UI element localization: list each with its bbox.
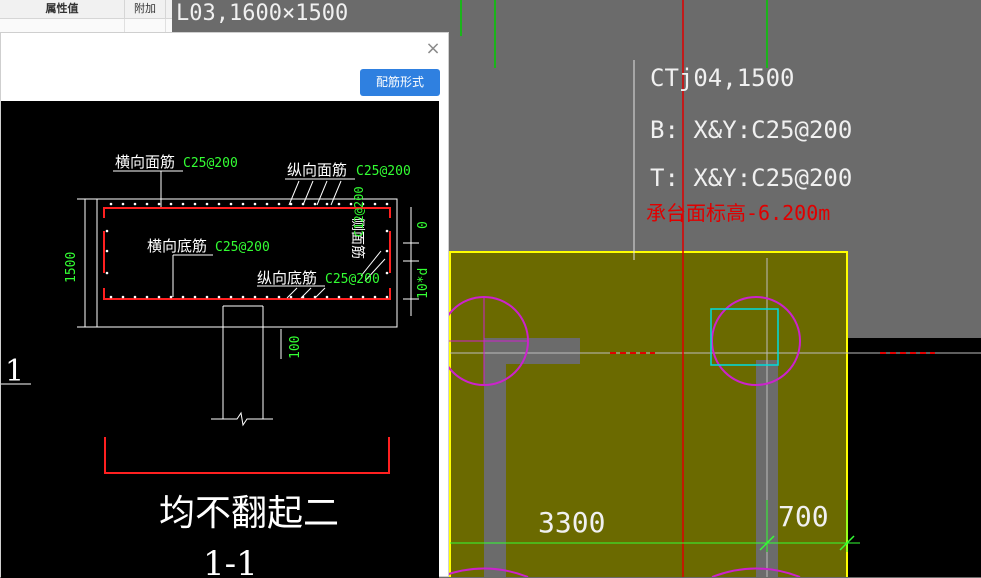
- elevation-label: 承台面标高-6.200m: [646, 201, 830, 225]
- dimension-span-label: 3300: [538, 506, 605, 539]
- property-divider: [124, 19, 125, 32]
- rebar-style-button[interactable]: 配筋形式: [360, 69, 440, 96]
- leader-slash-1: [288, 180, 300, 206]
- top-transverse-label: 横向面筋: [115, 153, 175, 171]
- property-divider: [165, 19, 166, 32]
- close-button[interactable]: ×: [423, 39, 443, 59]
- cover-top-dim-label: 0: [416, 221, 431, 229]
- cad-top-label: L03,1600×1500: [176, 1, 348, 26]
- bottom-longitudinal-label: 纵向底筋: [257, 269, 317, 287]
- property-panel-header: 属性值 附加: [0, 0, 172, 19]
- anchor-dim-label: 10*d: [416, 268, 431, 299]
- leader-slash-6: [300, 287, 312, 299]
- top-rebar-line: [103, 207, 391, 218]
- section-bracket: [104, 437, 390, 474]
- cad-void-area: [848, 338, 981, 577]
- pile-embed-dim-label: 100: [288, 336, 303, 359]
- height-dim-label: 1500: [64, 252, 79, 283]
- leader-slash-3: [316, 180, 328, 206]
- dimension-edge-label: 700: [778, 500, 829, 533]
- beam-vertical-left: [484, 338, 506, 577]
- property-panel-row: [0, 19, 172, 32]
- side-rebar-spec: C12@200: [352, 186, 366, 237]
- section-drawing-canvas: 横向面筋 C25@200 纵向面筋 C25@200 横向底筋 C25@200 纵…: [1, 101, 439, 578]
- leader-slash-7: [314, 287, 326, 299]
- top-rebar-dots: [109, 202, 389, 206]
- property-value-column-header[interactable]: 属性值: [0, 0, 125, 18]
- leader-slash-4: [330, 180, 342, 206]
- rebar-section-dialog: × 配筋形式 横向面筋 C25@200 纵向面筋 C25@200 横向底筋 C2…: [0, 32, 449, 578]
- bottom-transverse-spec: C25@200: [215, 240, 270, 255]
- bottom-longitudinal-spec: C25@200: [325, 272, 380, 287]
- top-longitudinal-spec: C25@200: [356, 164, 411, 179]
- property-extra-column-header[interactable]: 附加: [125, 0, 166, 18]
- bottom-rebar-dots: [109, 295, 389, 299]
- leader-slash-2: [302, 180, 314, 206]
- top-longitudinal-label: 纵向面筋: [287, 161, 347, 179]
- section-label: 1-1: [203, 544, 258, 578]
- bottom-rebar-label: B: X&Y:C25@200: [650, 116, 852, 144]
- bottom-transverse-label: 横向底筋: [147, 237, 207, 255]
- pile-break-line: [211, 411, 273, 427]
- note-label: 均不翻起二: [159, 493, 339, 534]
- top-transverse-spec: C25@200: [183, 156, 238, 171]
- left-tag-label: 1: [5, 354, 24, 389]
- pile-cap-name-label: CTj04,1500: [650, 64, 795, 92]
- top-rebar-label: T: X&Y:C25@200: [650, 164, 852, 192]
